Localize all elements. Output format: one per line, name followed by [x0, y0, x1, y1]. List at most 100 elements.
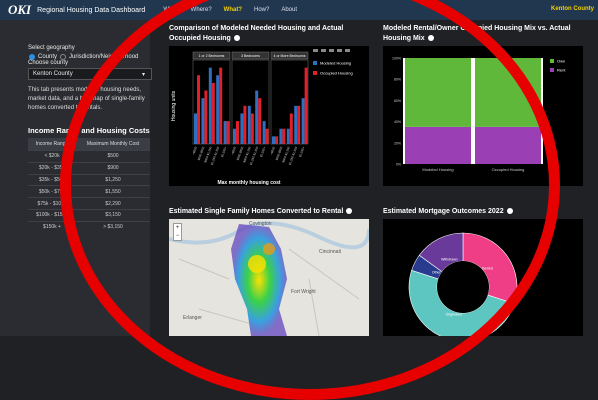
bar — [286, 128, 290, 144]
tab-description: This tab presents modeled housing needs,… — [28, 87, 145, 111]
cost-cell: $35k - $50k — [28, 173, 77, 186]
table-row: $100k - $150k $3,150 — [28, 208, 150, 222]
table-row: $50k - $75k $1,550 — [28, 185, 150, 198]
bar — [194, 113, 197, 144]
cost-cell: $100k - $150k — [28, 208, 77, 222]
comparison-chart-panel: Housing units 1 or 2 Bedrooms <$500 $500-$9… — [169, 46, 369, 186]
bar — [279, 128, 283, 144]
legend-swatch — [550, 59, 554, 63]
x-tick-label: $1,550+ — [259, 146, 267, 158]
cost-cell: $1,550 — [76, 185, 150, 198]
mix-chart-panel: 100% 80% 60% 40% 20% 0% Modeled Housing Occupie… — [383, 46, 583, 186]
info-icon[interactable] — [427, 35, 434, 42]
bar — [236, 121, 239, 144]
bar — [240, 113, 244, 144]
heatmap-area — [231, 224, 287, 336]
nav-how[interactable]: How? — [254, 7, 269, 13]
conversion-title-text: Estimated Single Family Homes Converted … — [169, 208, 344, 215]
x-tick-label: <$500 — [269, 146, 276, 156]
heatmap-hotspot — [263, 243, 275, 255]
zoom-in-button[interactable]: + — [174, 224, 181, 232]
legend-swatch — [313, 61, 317, 65]
y-axis-label: Housing units — [171, 90, 177, 121]
cost-cell: $1,250 — [76, 173, 150, 186]
nav-what[interactable]: What? — [224, 7, 242, 13]
oki-logo[interactable]: OKI — [8, 2, 31, 18]
info-icon[interactable] — [506, 208, 513, 215]
bar — [201, 98, 205, 144]
collapse-chevron-icon[interactable]: ‹ — [144, 24, 147, 33]
bar — [282, 128, 286, 144]
bar — [304, 67, 308, 144]
bar — [301, 98, 305, 144]
sidebar: ‹ Select geography County Jurisdiction/N… — [0, 20, 152, 336]
mix-title: Modeled Rental/Owner Occupied Housing Mi… — [383, 24, 583, 44]
info-icon[interactable] — [233, 35, 240, 42]
toolbar-icon — [345, 49, 350, 52]
stacked-bar-segment — [475, 58, 541, 127]
x-tick-label: Occupied Housing — [492, 167, 525, 172]
cost-cell: $500 — [76, 150, 150, 163]
bar — [258, 98, 262, 144]
legend-label: Occupied Housing — [320, 71, 353, 76]
map-label-erlanger: Erlanger — [183, 315, 202, 321]
bar — [211, 82, 215, 144]
radio-jurisdiction-label: Jurisdiction/Neighborhood — [69, 54, 139, 60]
geography-label: Select geography — [28, 45, 75, 51]
mortgage-chart-panel: Denied Originated Other Withdrawn — [383, 219, 583, 342]
table-row: $75k - $100k $2,290 — [28, 197, 150, 210]
map-label-covington: Covington — [249, 221, 272, 227]
legend-swatch — [550, 68, 554, 72]
y-tick-label: 20% — [394, 141, 401, 145]
nav-why[interactable]: Why? — [163, 7, 178, 13]
toolbar-icon — [321, 49, 326, 52]
bar — [223, 121, 227, 144]
county-select[interactable]: Kenton County ▾ — [28, 68, 152, 80]
x-tick-label: <$500 — [191, 146, 198, 156]
donut-label: Denied — [482, 266, 493, 270]
zoom-out-button[interactable]: − — [174, 232, 181, 240]
cost-table-title: Income Range and Housing Costs — [28, 126, 150, 135]
stacked-bar-segment — [475, 126, 541, 164]
conversion-map[interactable]: Covington Cincinnati Fort Wright Erlange… — [168, 219, 371, 337]
bar — [289, 113, 293, 144]
x-tick-label: Modeled Housing — [422, 167, 453, 172]
toolbar-icon — [337, 49, 342, 52]
cost-header-income: Income Range — [28, 138, 77, 151]
bar — [250, 113, 254, 144]
y-tick-label: 0% — [396, 163, 401, 167]
donut-label: Originated — [446, 313, 462, 317]
nav-where[interactable]: Where? — [191, 7, 212, 13]
bar — [297, 105, 301, 144]
y-tick-label: 80% — [394, 78, 401, 82]
bar — [197, 75, 200, 144]
facet-label: 4 or More Bedrooms — [274, 54, 306, 58]
comparison-chart: Housing units1 or 2 Bedrooms<$500$500-$9… — [171, 49, 353, 186]
info-icon[interactable] — [346, 208, 353, 215]
bar — [226, 121, 230, 144]
cost-cell: $150k + — [28, 220, 77, 233]
facet-label: 1 or 2 Bedrooms — [199, 54, 225, 58]
donut-label: Other — [432, 270, 442, 274]
legend-label: Modeled Housing — [320, 61, 351, 66]
y-tick-label: 40% — [394, 120, 401, 124]
zoom-controls: + − — [173, 223, 182, 241]
toolbar-icon — [329, 49, 334, 52]
cost-cell: $50k - $75k — [28, 185, 77, 198]
heatmap-svg: Covington Cincinnati Fort Wright Erlange… — [168, 221, 371, 337]
bar — [262, 121, 266, 144]
bar — [208, 67, 212, 144]
toolbar-icon — [313, 49, 318, 52]
x-tick-label: <$500 — [230, 146, 237, 156]
table-row: $35k - $50k $1,250 — [28, 173, 150, 186]
donut-label: Withdrawn — [441, 257, 458, 261]
cost-cell: $900 — [76, 161, 150, 175]
cost-cell: $75k - $100k — [28, 197, 77, 210]
selected-region: Kenton County — [551, 6, 594, 12]
nav-about[interactable]: About — [281, 7, 297, 13]
choose-county-label: Choose county — [28, 60, 69, 66]
map-label-cincinnati: Cincinnati — [319, 249, 341, 255]
comparison-title: Comparison of Modeled Needed Housing and… — [169, 24, 369, 44]
mortgage-title-text: Estimated Mortgage Outcomes 2022 — [383, 208, 504, 215]
cost-header-max: Maximum Monthly Cost — [76, 138, 150, 151]
